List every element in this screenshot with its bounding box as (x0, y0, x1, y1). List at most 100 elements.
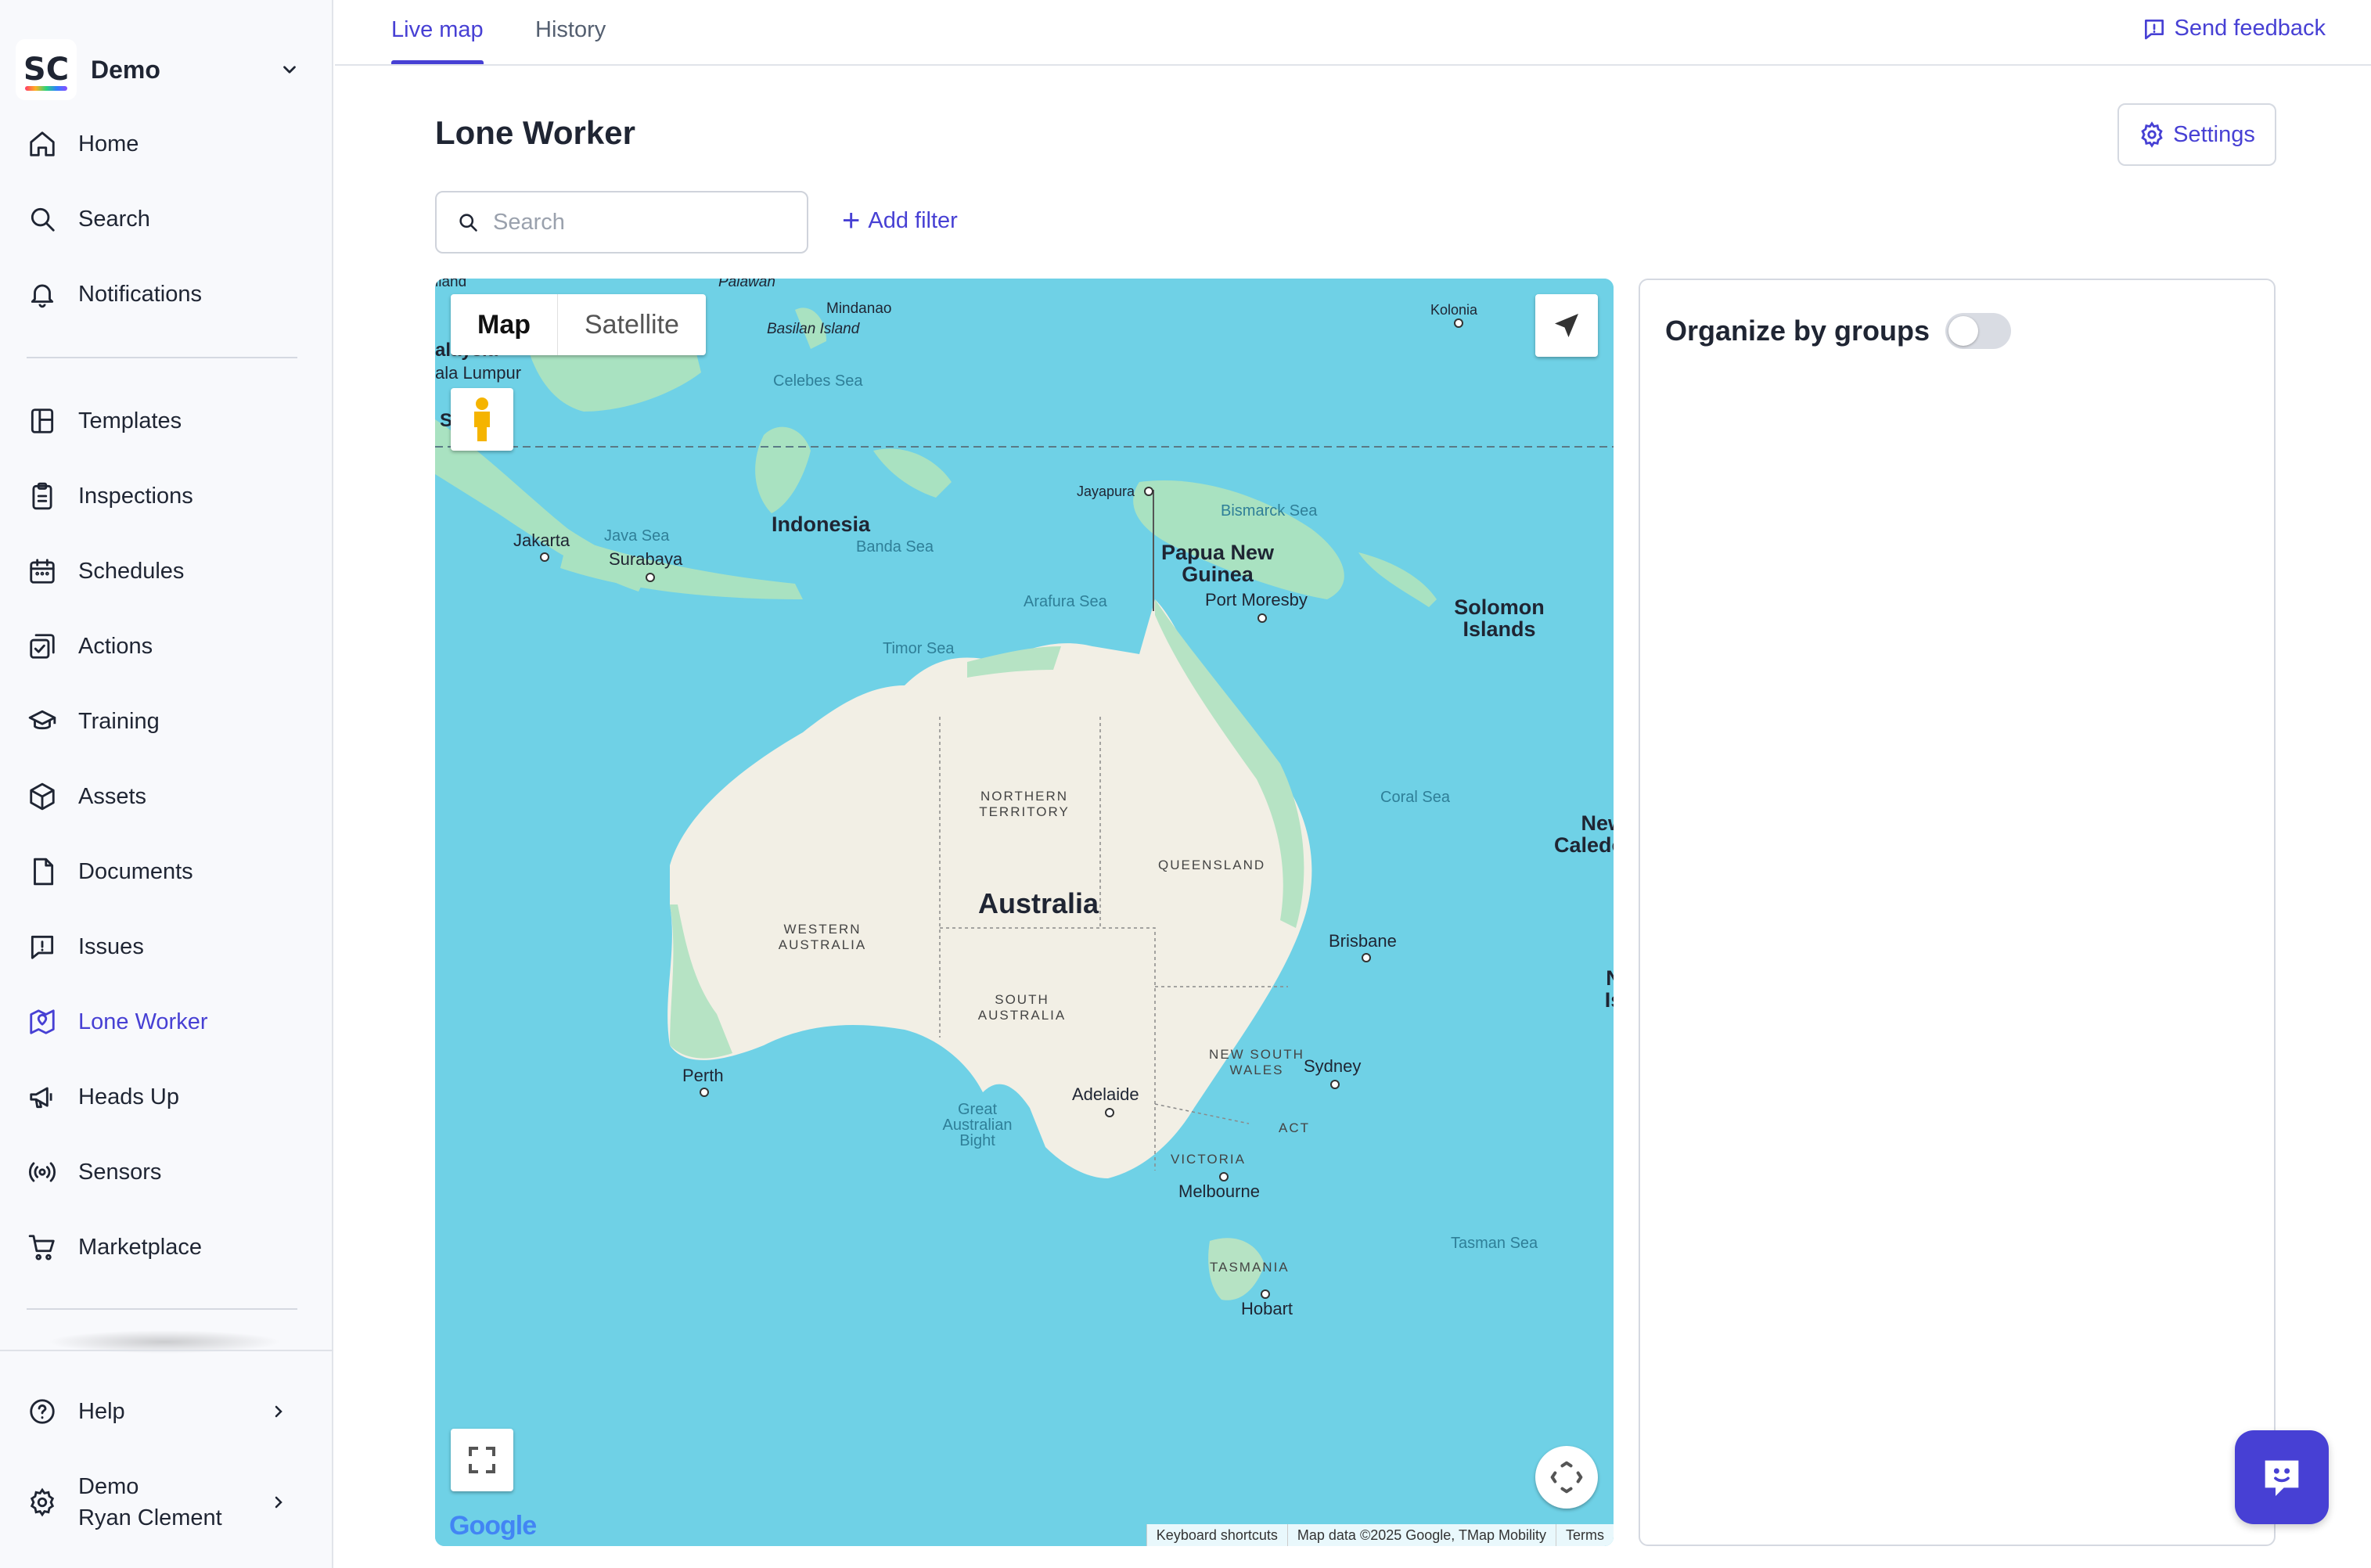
map-label-adelaide: Adelaide (1072, 1084, 1139, 1104)
map-label-nsw: NEW SOUTH WALES (1209, 1047, 1304, 1077)
organize-by-groups-toggle[interactable] (1945, 313, 2011, 349)
add-filter-button[interactable]: + Add filter (842, 205, 958, 236)
user-info: Demo Ryan Clement (78, 1471, 222, 1534)
sidebar-item-actions[interactable]: Actions (16, 615, 305, 678)
map-type-toggle: Map Satellite (451, 294, 706, 355)
terms-link[interactable]: Terms (1556, 1524, 1614, 1546)
map-label-java-sea: Java Sea (604, 527, 670, 545)
cube-icon (23, 778, 61, 815)
map-label-solomon-islands: Solomon Islands (1454, 595, 1545, 641)
sidebar-item-label: Schedules (78, 558, 185, 584)
sidebar-item-documents[interactable]: Documents (16, 840, 305, 903)
map-label-tasman-sea: Tasman Sea (1451, 1235, 1538, 1252)
sidebar-item-label: Issues (78, 933, 144, 959)
street-view-pegman[interactable] (451, 388, 513, 451)
megaphone-icon (23, 1078, 61, 1116)
keyboard-shortcuts-link[interactable]: Keyboard shortcuts (1146, 1524, 1287, 1546)
sidebar-divider (27, 1308, 297, 1310)
sidebar-item-schedules[interactable]: Schedules (16, 540, 305, 602)
user-name: Ryan Clement (78, 1505, 222, 1530)
chevron-right-icon (263, 1396, 294, 1427)
calendar-icon (23, 552, 61, 590)
map-type-map-button[interactable]: Map (451, 294, 558, 355)
org-switcher[interactable]: SC Demo (16, 39, 305, 100)
sidebar-item-lone-worker[interactable]: Lone Worker (16, 991, 305, 1053)
recenter-icon (1550, 1461, 1583, 1494)
map-attribution: Keyboard shortcuts Map data ©2025 Google… (1146, 1524, 1614, 1546)
map-label-palawan: Palawan (718, 279, 775, 290)
organize-by-groups-label: Organize by groups (1665, 315, 1930, 347)
chat-assistant-button[interactable] (2235, 1430, 2329, 1524)
cart-icon (23, 1228, 61, 1266)
sidebar-item-search[interactable]: Search (16, 188, 305, 250)
clipboard-icon (23, 477, 61, 515)
map-label-png: Papua New Guinea (1160, 541, 1275, 586)
live-map[interactable]: Celebes Sea Java Sea Banda Sea Arafura S… (435, 279, 1614, 1546)
sidebar-item-templates[interactable]: Templates (16, 390, 305, 452)
map-label-bismarck-sea: Bismarck Sea (1221, 502, 1318, 520)
sidebar-item-home[interactable]: Home (16, 113, 305, 175)
recenter-button[interactable] (1535, 1446, 1598, 1509)
alert-icon (23, 928, 61, 966)
map-label-basilan: Basilan Island (767, 321, 860, 337)
pegman-icon (474, 397, 490, 441)
fullscreen-button[interactable] (451, 1429, 513, 1491)
sidebar-item-sensors[interactable]: Sensors (16, 1141, 305, 1203)
settings-button[interactable]: Settings (2117, 103, 2276, 166)
google-logo-text: Google (449, 1511, 537, 1541)
sidebar-item-label: Home (78, 131, 139, 156)
sidebar-item-label: Sensors (78, 1159, 162, 1185)
map-label-jakarta: Jakarta (513, 530, 570, 550)
send-feedback-link[interactable]: Send feedback (2142, 16, 2326, 41)
map-label-celebes-sea: Celebes Sea (773, 372, 863, 390)
actions-icon (23, 628, 61, 665)
add-filter-label: Add filter (868, 207, 958, 233)
map-label-kolonia: Kolonia (1430, 302, 1478, 318)
sidebar-item-issues[interactable]: Issues (16, 915, 305, 978)
tab-history[interactable]: History (535, 17, 606, 64)
map-label-banda-sea: Banda Sea (856, 538, 934, 556)
map-label-south-australia: SOUTH AUSTRALIA (977, 992, 1067, 1023)
tab-live-map[interactable]: Live map (391, 17, 484, 64)
sidebar-item-label: Training (78, 708, 160, 734)
sidebar-item-heads-up[interactable]: Heads Up (16, 1066, 305, 1128)
search-icon (23, 200, 61, 238)
sidebar-item-label: Marketplace (78, 1234, 202, 1260)
user-menu[interactable]: Demo Ryan Clement (16, 1471, 305, 1534)
sidebar-item-label: Notifications (78, 281, 202, 307)
sidebar-item-notifications[interactable]: Notifications (16, 263, 305, 325)
sensor-icon (23, 1153, 61, 1191)
map-type-satellite-button[interactable]: Satellite (558, 294, 706, 355)
sidebar-divider (27, 357, 297, 358)
org-name: Demo (91, 55, 160, 84)
navigation-arrow-icon (1555, 314, 1578, 337)
sidebar-item-assets[interactable]: Assets (16, 765, 305, 828)
sidebar-item-label: Lone Worker (78, 1009, 208, 1034)
map-label-great-australian-bight: Great Australian Bight (942, 1101, 1013, 1149)
map-label-island: iland (435, 279, 467, 290)
map-label-perth: Perth (682, 1066, 724, 1085)
my-location-button[interactable] (1535, 294, 1598, 357)
settings-label: Settings (2173, 121, 2255, 147)
sidebar-item-marketplace[interactable]: Marketplace (16, 1216, 305, 1278)
send-feedback-label: Send feedback (2174, 16, 2326, 41)
help-menu[interactable]: Help (16, 1380, 305, 1443)
sidebar-item-inspections[interactable]: Inspections (16, 465, 305, 527)
search-input[interactable] (493, 209, 790, 236)
user-org: Demo (78, 1474, 139, 1499)
map-label-coral-sea: Coral Sea (1380, 789, 1450, 806)
fullscreen-icon (469, 1447, 495, 1473)
sidebar-item-training[interactable]: Training (16, 690, 305, 753)
sidebar-item-label: Heads Up (78, 1084, 179, 1109)
map-label-northern-territory: NORTHERN TERRITORY (979, 789, 1070, 819)
map-label-sydney: Sydney (1304, 1056, 1362, 1076)
map-label-timor-sea: Timor Sea (883, 640, 955, 657)
map-label-hobart: Hobart (1241, 1299, 1293, 1318)
page-title: Lone Worker (435, 114, 635, 151)
toggle-knob (1948, 316, 1978, 346)
sidebar-item-label: Documents (78, 858, 193, 884)
home-icon (23, 125, 61, 163)
map-label-surabaya: Surabaya (609, 549, 683, 569)
google-logo: Google (449, 1511, 537, 1541)
chevron-right-icon (263, 1487, 294, 1518)
